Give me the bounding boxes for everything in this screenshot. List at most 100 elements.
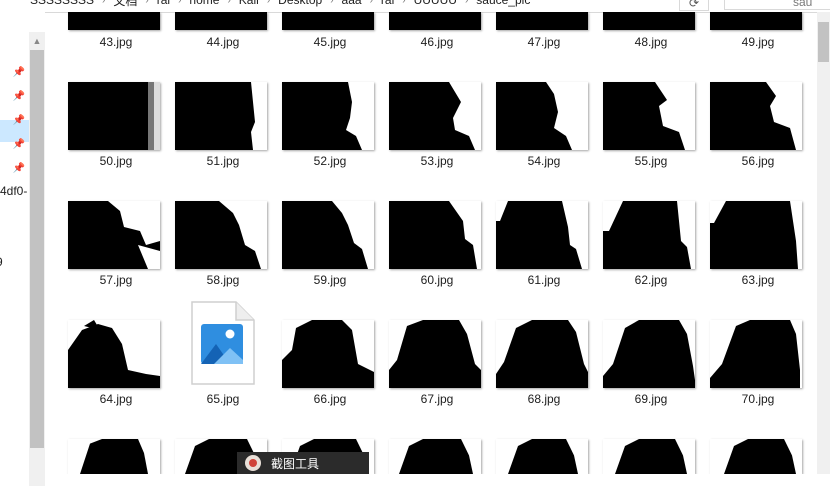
snipping-tool-taskbar-item[interactable]: 截图工具 (237, 452, 369, 474)
file-thumbnail (389, 12, 481, 30)
breadcrumb-separator-icon[interactable]: › (330, 0, 333, 6)
file-name-label: 49.jpg (741, 35, 775, 49)
file-thumbnail (68, 201, 160, 269)
breadcrumb-separator-icon[interactable]: › (370, 0, 373, 6)
file-item[interactable]: 57.jpg (45, 201, 160, 311)
nav-item-label[interactable]: 4df0- (0, 184, 27, 198)
file-thumbnail (710, 12, 802, 30)
file-item[interactable]: 55.jpg (580, 82, 695, 192)
breadcrumb-separator-icon[interactable]: › (102, 0, 105, 6)
file-item[interactable]: 61.jpg (473, 201, 588, 311)
file-item[interactable]: 46.jpg (366, 12, 481, 52)
file-thumbnail (282, 12, 374, 30)
nav-scroll-up-arrow[interactable]: ▲ (29, 32, 45, 50)
file-item[interactable]: 43.jpg (45, 12, 160, 52)
breadcrumb-separator-icon[interactable]: › (178, 0, 181, 6)
file-thumbnail[interactable] (603, 439, 695, 474)
file-thumbnail (496, 320, 588, 388)
breadcrumb-item[interactable]: 文档 (113, 0, 137, 9)
pin-icon: 📌 (12, 90, 26, 102)
file-name-label: 63.jpg (741, 273, 775, 287)
file-item[interactable]: 68.jpg (473, 320, 588, 430)
file-item[interactable]: 51.jpg (152, 82, 267, 192)
file-item[interactable]: 60.jpg (366, 201, 481, 311)
file-item[interactable]: 54.jpg (473, 82, 588, 192)
file-thumbnail (710, 201, 802, 269)
breadcrumb-item[interactable]: home (189, 0, 219, 7)
pin-icon: 📌 (12, 66, 26, 78)
file-thumbnail (603, 12, 695, 30)
file-item[interactable]: 64.jpg (45, 320, 160, 430)
pin-icon: 📌 (12, 162, 26, 174)
file-thumbnail (175, 82, 267, 150)
file-thumbnail (603, 82, 695, 150)
file-thumbnail[interactable] (389, 439, 481, 474)
file-thumbnail (603, 201, 695, 269)
pin-icon: 📌 (12, 114, 26, 126)
file-item[interactable]: 50.jpg (45, 82, 160, 192)
breadcrumb-item[interactable]: Desktop (278, 0, 322, 7)
file-item[interactable]: 52.jpg (259, 82, 374, 192)
file-item[interactable]: 66.jpg (259, 320, 374, 430)
file-item[interactable]: 49.jpg (687, 12, 802, 52)
file-item[interactable]: 56.jpg (687, 82, 802, 192)
breadcrumb-separator-icon[interactable]: › (145, 0, 148, 6)
snipping-tool-icon (245, 455, 261, 471)
file-thumbnail[interactable] (68, 439, 160, 474)
file-thumbnail (496, 82, 588, 150)
breadcrumb-item[interactable]: ral (381, 0, 394, 7)
file-thumbnail[interactable] (496, 439, 588, 474)
file-thumbnail (282, 320, 374, 388)
content-scrollbar-thumb[interactable] (818, 22, 829, 62)
breadcrumb-item[interactable]: Kali (239, 0, 259, 7)
file-item[interactable]: 44.jpg (152, 12, 267, 52)
file-thumbnail (603, 320, 695, 388)
breadcrumb-item[interactable]: aaa (342, 0, 362, 7)
breadcrumb-separator-icon[interactable]: › (402, 0, 405, 6)
file-item[interactable]: 53.jpg (366, 82, 481, 192)
breadcrumb[interactable]: SSSSSSSS › 文档 › ral › home › Kali › Desktop › aaa › ra… (30, 0, 530, 8)
file-item[interactable]: 65.jpg (152, 301, 259, 430)
file-item[interactable]: 45.jpg (259, 12, 374, 52)
file-item[interactable]: 59.jpg (259, 201, 374, 311)
breadcrumb-separator-icon[interactable]: › (227, 0, 230, 6)
file-item[interactable]: 63.jpg (687, 201, 802, 311)
breadcrumb-item[interactable]: ral (157, 0, 170, 7)
file-thumbnail (389, 82, 481, 150)
breadcrumb-item[interactable]: SSSSSSSS (30, 0, 94, 7)
file-item[interactable]: 67.jpg (366, 320, 481, 430)
image-file-icon (190, 300, 256, 391)
file-name-label: 70.jpg (741, 392, 775, 406)
file-item[interactable]: 70.jpg (687, 320, 802, 430)
file-list: 43.jpg 44.jpg 45.jpg 46.jpg 47.jpg 48.jpg 49.j… (45, 12, 817, 474)
file-thumbnail (496, 12, 588, 30)
file-thumbnail (496, 201, 588, 269)
file-item[interactable]: 47.jpg (473, 12, 588, 52)
search-input[interactable]: 搜索 sau (724, 0, 830, 10)
file-thumbnail (282, 201, 374, 269)
file-thumbnail (68, 320, 160, 388)
file-item[interactable]: 58.jpg (152, 201, 267, 311)
file-thumbnail (68, 82, 160, 150)
file-name-label: 56.jpg (741, 154, 775, 168)
file-item[interactable]: 62.jpg (580, 201, 695, 311)
file-thumbnail (389, 201, 481, 269)
file-thumbnail (175, 12, 267, 30)
file-item[interactable]: 69.jpg (580, 320, 695, 430)
file-thumbnail[interactable] (710, 439, 802, 474)
refresh-button[interactable]: ⟳ (679, 0, 709, 11)
nav-scrollbar-thumb[interactable] (30, 50, 44, 448)
file-thumbnail (68, 12, 160, 30)
file-thumbnail (710, 320, 802, 388)
file-thumbnail (710, 82, 802, 150)
pin-icon: 📌 (12, 138, 26, 150)
content-scrollbar[interactable] (817, 12, 830, 474)
file-thumbnail (282, 82, 374, 150)
breadcrumb-separator-icon[interactable]: › (465, 0, 468, 6)
file-item[interactable]: 48.jpg (580, 12, 695, 52)
breadcrumb-separator-icon[interactable]: › (267, 0, 270, 6)
navigation-pane: ▲ 📌 📌 📌 📌 📌 4df0- 9 (0, 12, 45, 486)
breadcrumb-item[interactable]: UUUUU (414, 0, 457, 7)
breadcrumb-item[interactable]: sauce_pic (476, 0, 530, 7)
nav-item-label[interactable]: 9 (0, 255, 3, 269)
